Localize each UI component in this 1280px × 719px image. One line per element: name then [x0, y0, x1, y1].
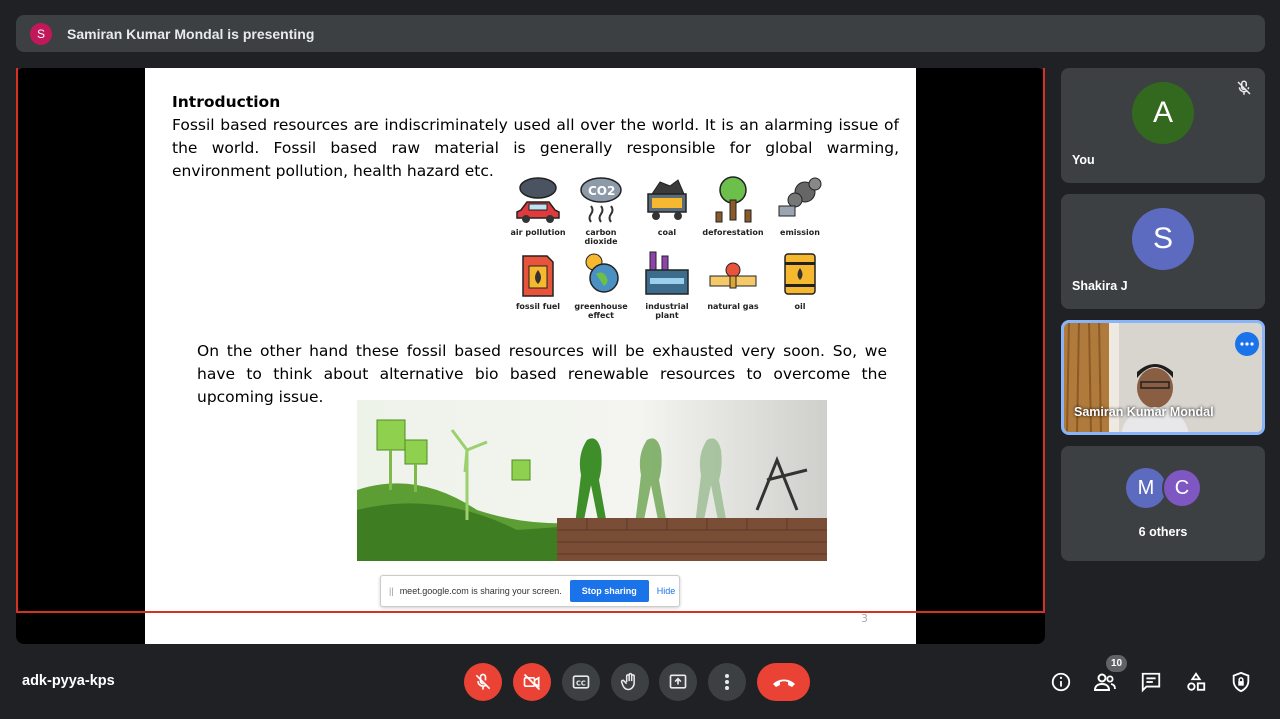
slide-heading: Introduction	[172, 93, 281, 111]
icon-label: fossil fuel	[515, 302, 561, 311]
coal-icon	[647, 179, 687, 220]
carbon-dioxide-icon: CO2	[580, 177, 622, 223]
participant-tile-samiran[interactable]: Samiran Kumar Mondal	[1061, 320, 1265, 435]
air-pollution-icon	[516, 177, 560, 223]
people-icon	[1093, 673, 1116, 691]
more-options-button[interactable]	[708, 663, 746, 701]
slide-paragraph-2: On the other hand these fossil based res…	[197, 342, 887, 406]
stop-sharing-button[interactable]: Stop sharing	[569, 580, 649, 602]
icon-item: fossil fuel	[505, 248, 571, 311]
icon-label: deforestation	[702, 228, 764, 237]
participant-name: You	[1072, 153, 1095, 167]
shield-lock-icon	[1232, 671, 1250, 693]
avatar: C	[1162, 468, 1202, 508]
avatar: M	[1126, 468, 1166, 508]
icon-item: coal	[634, 174, 700, 237]
renewable-transition-image	[357, 400, 827, 561]
chat-button[interactable]	[1138, 669, 1164, 695]
chat-icon	[1141, 672, 1161, 693]
icon-item: emission	[767, 174, 833, 237]
icon-label: oil	[794, 302, 806, 311]
greenhouse-effect-icon	[585, 253, 619, 293]
icon-item: natural gas	[700, 248, 766, 311]
meeting-code: adk-pyya-kps	[22, 673, 115, 689]
natural-gas-icon	[709, 262, 757, 289]
avatar: S	[1132, 208, 1194, 270]
drag-handle-icon[interactable]: ||	[389, 586, 394, 596]
people-button[interactable]	[1092, 669, 1118, 695]
share-message: meet.google.com is sharing your screen.	[399, 586, 562, 596]
icon-label: natural gas	[707, 302, 759, 311]
present-icon	[669, 674, 687, 689]
icon-label: coal	[657, 228, 677, 237]
participant-tile-shakira[interactable]: S Shakira J	[1061, 194, 1265, 309]
icon-label: industrial plant	[645, 302, 689, 320]
mic-off-icon	[475, 673, 491, 690]
participant-name: Shakira J	[1072, 279, 1128, 293]
participant-name: Samiran Kumar Mondal	[1074, 405, 1214, 419]
more-options-button[interactable]	[1235, 332, 1259, 356]
icon-item: deforestation	[700, 174, 766, 237]
industrial-plant-icon	[645, 251, 689, 295]
activities-button[interactable]	[1183, 669, 1209, 695]
icon-item: air pollution	[505, 174, 571, 237]
oil-icon	[784, 253, 816, 295]
camera-off-icon	[523, 673, 541, 691]
deforestation-icon	[715, 176, 752, 223]
hand-icon	[620, 672, 635, 691]
fossil-fuel-icon	[522, 255, 554, 297]
meeting-toolbar: adk-pyya-kps CC 10	[0, 650, 1280, 719]
closed-captions-icon: CC	[572, 675, 590, 689]
participant-tile-others[interactable]: M C 6 others	[1061, 446, 1265, 561]
camera-toggle-button[interactable]	[513, 663, 551, 701]
present-screen-button[interactable]	[659, 663, 697, 701]
fossil-icons-grid: air pollution CO2 carbon dioxide coal de…	[505, 174, 835, 324]
icon-item: greenhouse effect	[568, 248, 634, 320]
icon-label: emission	[780, 228, 820, 237]
captions-button[interactable]: CC	[562, 663, 600, 701]
host-controls-button[interactable]	[1228, 669, 1254, 695]
icon-label: air pollution	[510, 228, 566, 237]
hide-share-bar-button[interactable]: Hide	[657, 586, 676, 596]
others-count-label: 6 others	[1138, 525, 1188, 539]
avatar: A	[1132, 82, 1194, 144]
icon-item: CO2 carbon dioxide	[568, 174, 634, 246]
presenting-banner: S Samiran Kumar Mondal is presenting	[16, 15, 1265, 52]
svg-text:CO2: CO2	[588, 184, 615, 198]
more-horizontal-icon	[1240, 342, 1254, 346]
info-icon	[1051, 672, 1071, 692]
raise-hand-button[interactable]	[611, 663, 649, 701]
svg-text:CC: CC	[576, 679, 586, 687]
more-vertical-icon	[725, 674, 729, 690]
meeting-details-button[interactable]	[1048, 669, 1074, 695]
icon-label: greenhouse effect	[574, 302, 628, 320]
icon-label: carbon dioxide	[584, 228, 618, 246]
hang-up-icon	[772, 679, 795, 687]
slide-paragraph-1: Fossil based resources are indiscriminat…	[172, 116, 899, 180]
leave-call-button[interactable]	[757, 663, 810, 701]
slide-page-number: 3	[861, 612, 868, 625]
icon-item: industrial plant	[634, 248, 700, 320]
emission-icon	[778, 177, 822, 217]
screen-share-bar: || meet.google.com is sharing your scree…	[380, 575, 680, 607]
presenting-text: Samiran Kumar Mondal is presenting	[67, 25, 315, 42]
presenter-avatar: S	[30, 22, 52, 45]
microphone-toggle-button[interactable]	[464, 663, 502, 701]
presentation-slide: Introduction Fossil based resources are …	[145, 68, 916, 644]
icon-item: oil	[767, 248, 833, 311]
mic-off-icon	[1237, 80, 1251, 95]
participant-tile-you[interactable]: A You	[1061, 68, 1265, 183]
activities-icon	[1187, 672, 1206, 691]
